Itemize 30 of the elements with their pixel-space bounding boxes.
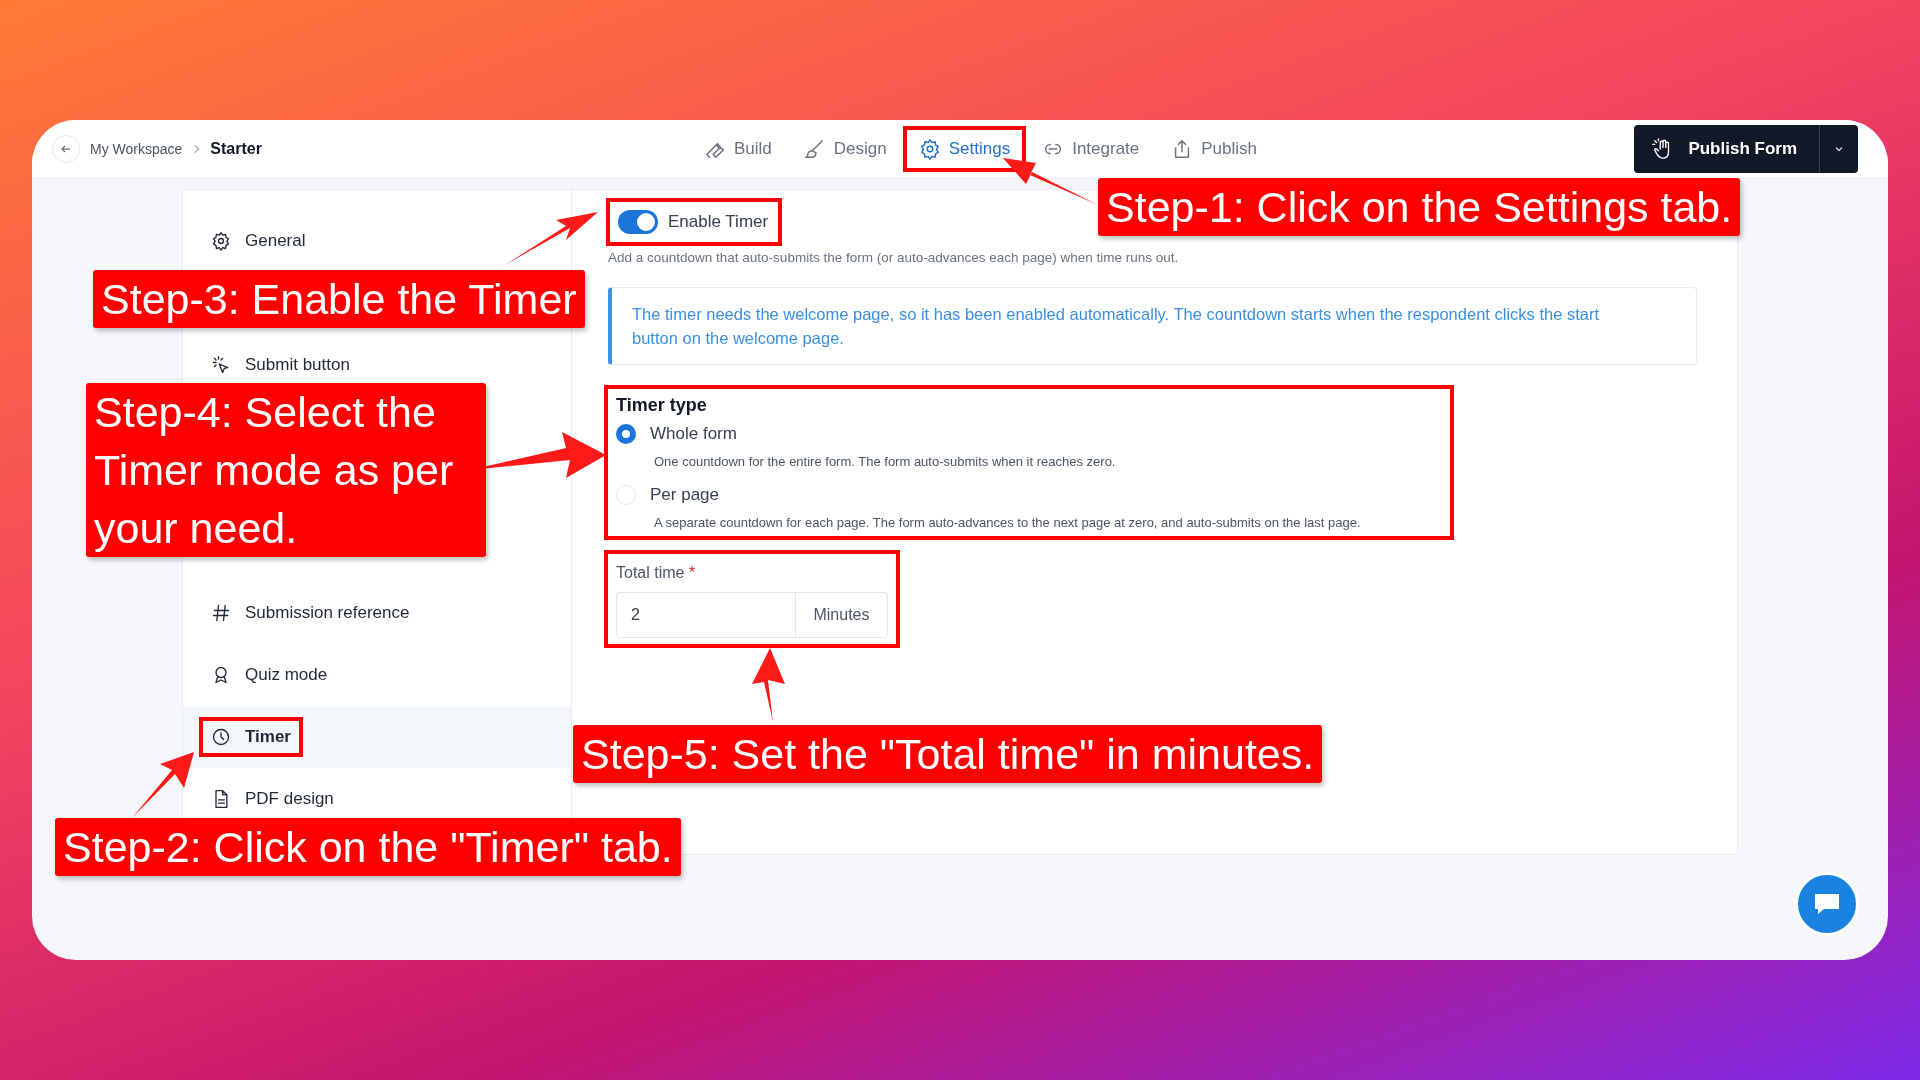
step-callout: Step-4: Select the Timer mode as per your need. [86, 383, 486, 557]
sidebar-item[interactable]: Submit button [203, 349, 358, 381]
description-text: Add a countdown that auto-submits the form (or auto-advances each page) when time runs out. [608, 250, 1180, 265]
total-time-field[interactable]: 2 Minutes [616, 592, 888, 638]
sidebar-item[interactable]: Submission reference [203, 597, 418, 629]
sidebar-item[interactable]: General [203, 225, 314, 257]
sidebar-item[interactable]: Quiz mode [203, 659, 336, 691]
nav-tab[interactable]: Integrate [1030, 130, 1152, 168]
nav-tab[interactable]: Publish [1159, 130, 1270, 168]
step-callout: Step-2: Click on the "Timer" tab. [55, 818, 681, 876]
info-message: The timer needs the welcome page, so it has been enabled automatically. The countdown starts when the respondent clicks the start button on the welcome page. [608, 287, 1697, 365]
option-label: Whole form [650, 424, 737, 444]
option-description: A separate countdown for each page. The form auto-advances to the next page at zero, and auto-submits on the last page. [653, 515, 1362, 530]
nav-tab[interactable]: Build [692, 130, 784, 168]
required-mark: * [688, 564, 696, 581]
nav-tab[interactable]: Design [791, 130, 899, 168]
step-callout: Step-3: Enable the Timer [93, 270, 585, 328]
unit-label: Minutes [812, 605, 871, 625]
step-callout: Step-1: Click on the Settings tab. [1098, 178, 1741, 236]
breadcrumb-link[interactable]: My Workspace [90, 141, 183, 157]
option-description: One countdown for the entire form. The form auto-submits when it reaches zero. [653, 454, 1117, 469]
section-title: Timer type [616, 395, 708, 416]
breadcrumb-current: Starter [210, 140, 262, 158]
toggle-label: Enable Timer [668, 212, 769, 232]
sidebar-item[interactable]: PDF design [203, 783, 342, 815]
sidebar-item[interactable]: Timer [203, 721, 299, 753]
field-label: Total time [616, 564, 685, 581]
step-callout: Step-5: Set the "Total time" in minutes. [573, 725, 1323, 783]
nav-tab[interactable]: Settings [906, 130, 1023, 168]
option-label: Per page [650, 485, 719, 505]
